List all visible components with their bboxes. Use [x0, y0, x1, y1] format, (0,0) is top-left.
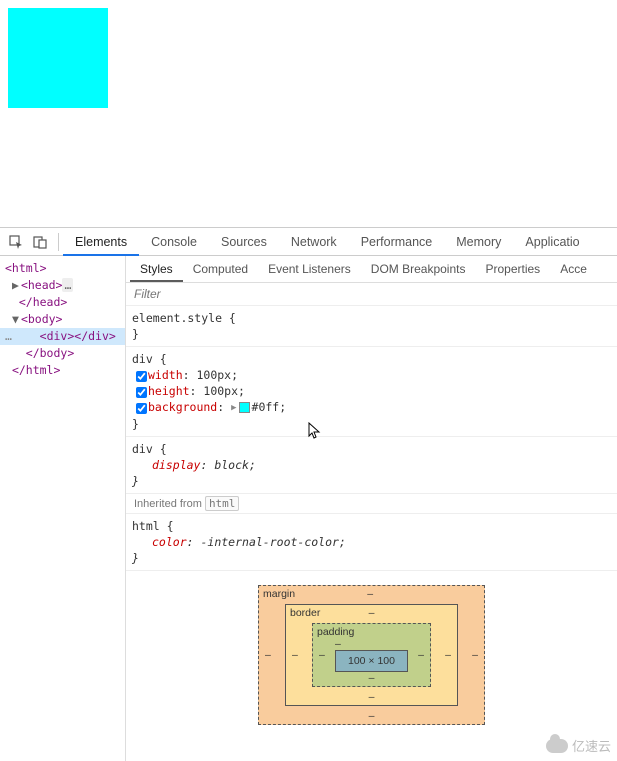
- dom-head-ellipsis: …: [62, 278, 73, 292]
- bm-padding-label: padding: [317, 626, 354, 638]
- caret-down-icon[interactable]: ▼: [12, 311, 21, 328]
- subtab-accessibility[interactable]: Acce: [550, 256, 597, 282]
- tab-performance[interactable]: Performance: [349, 228, 445, 256]
- subtab-properties[interactable]: Properties: [475, 256, 550, 282]
- cloud-icon: [546, 739, 568, 753]
- tab-network[interactable]: Network: [279, 228, 349, 256]
- color-swatch-icon[interactable]: [239, 402, 250, 413]
- bm-border-label: border: [290, 607, 320, 619]
- css-rules-list: element.style { } div { width: 100px; he…: [126, 306, 617, 761]
- dom-body-close: </body>: [26, 346, 74, 360]
- dom-head-open[interactable]: <head>: [21, 278, 63, 292]
- devtools-panel: Elements Console Sources Network Perform…: [0, 227, 617, 761]
- subtab-event-listeners[interactable]: Event Listeners: [258, 256, 361, 282]
- subtab-computed[interactable]: Computed: [183, 256, 258, 282]
- divider: [58, 233, 59, 251]
- dom-html-open[interactable]: <html>: [5, 261, 47, 275]
- dom-html-close: </html>: [12, 363, 60, 377]
- device-toggle-icon[interactable]: [30, 232, 50, 252]
- tab-elements[interactable]: Elements: [63, 228, 139, 256]
- expand-icon[interactable]: ▶: [231, 400, 236, 416]
- page-viewport: [0, 0, 617, 227]
- rendered-div: [8, 8, 108, 108]
- rule-div-ua[interactable]: div { display: block; }: [126, 437, 617, 494]
- prop-toggle-width[interactable]: [136, 371, 147, 382]
- devtools-tabbar: Elements Console Sources Network Perform…: [0, 228, 617, 256]
- bm-margin-label: margin: [263, 588, 295, 600]
- styles-sub-tabbar: Styles Computed Event Listeners DOM Brea…: [126, 256, 617, 283]
- dom-head-close: </head>: [19, 295, 67, 309]
- prop-toggle-height[interactable]: [136, 387, 147, 398]
- tab-memory[interactable]: Memory: [444, 228, 513, 256]
- styles-filter-input[interactable]: [126, 283, 617, 305]
- prop-toggle-background[interactable]: [136, 403, 147, 414]
- bm-content-size: 100 × 100: [335, 650, 408, 672]
- dom-body-open[interactable]: <body>: [21, 312, 63, 326]
- tab-sources[interactable]: Sources: [209, 228, 279, 256]
- inherited-tag-link[interactable]: html: [205, 496, 240, 511]
- tab-console[interactable]: Console: [139, 228, 209, 256]
- box-model-diagram[interactable]: margin ‒ ‒ ‒ ‒ border ‒ ‒ ‒ ‒: [126, 571, 617, 735]
- caret-icon[interactable]: ▶: [12, 277, 21, 294]
- rule-element-style[interactable]: element.style { }: [126, 306, 617, 347]
- subtab-dom-breakpoints[interactable]: DOM Breakpoints: [361, 256, 476, 282]
- watermark: 亿速云: [546, 736, 611, 755]
- rule-html-ua[interactable]: html { color: -internal-root-color; }: [126, 514, 617, 571]
- dom-selected-node[interactable]: … <div></div>: [0, 328, 125, 345]
- dom-tree[interactable]: <html> ▶<head>… </head> ▼<body> … <div><…: [0, 256, 126, 761]
- rule-div-author[interactable]: div { width: 100px; height: 100px; backg…: [126, 347, 617, 437]
- inherited-from-row: Inherited from html: [126, 494, 617, 514]
- subtab-styles[interactable]: Styles: [130, 256, 183, 282]
- tab-application[interactable]: Applicatio: [513, 228, 591, 256]
- inspect-icon[interactable]: [6, 232, 26, 252]
